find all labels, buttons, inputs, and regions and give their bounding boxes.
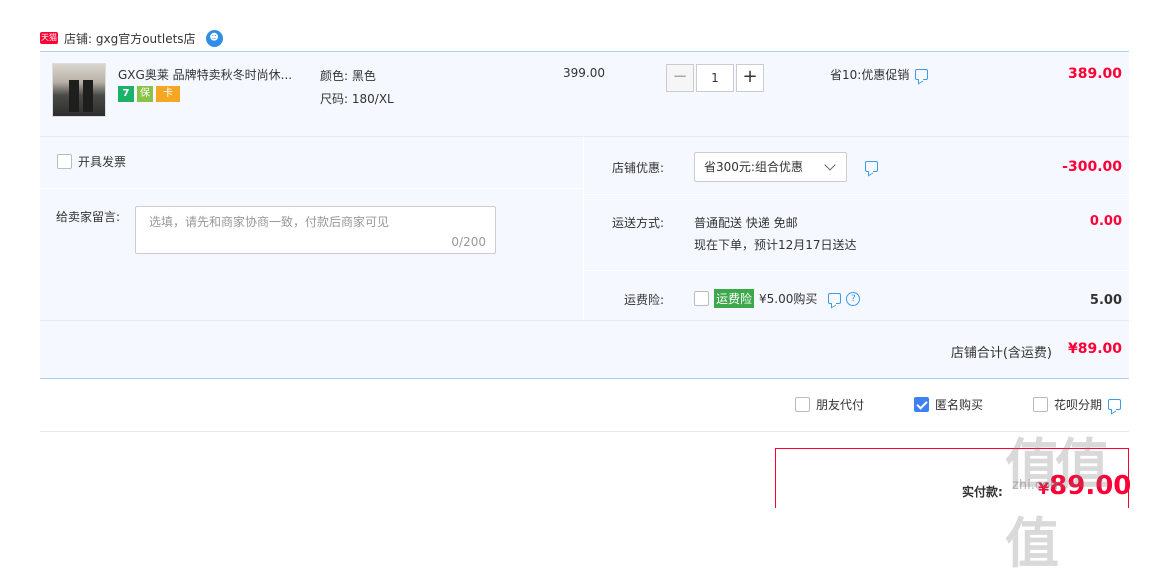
anonymous-label: 匿名购买 xyxy=(935,398,984,412)
shipping-eta: 现在下单，预计12月17日送达 xyxy=(694,238,857,252)
pay-option-huabei[interactable]: 花呗分期 xyxy=(1033,396,1122,413)
huabei-checkbox[interactable] xyxy=(1033,397,1048,412)
sku-color: 颜色: 黑色 xyxy=(320,67,376,84)
divider xyxy=(584,270,1129,271)
divider xyxy=(40,431,1129,432)
chevron-down-icon xyxy=(824,159,836,171)
invoice-label: 开具发票 xyxy=(78,155,127,169)
friend-pay-label: 朋友代付 xyxy=(816,398,865,412)
insurance-comment-icon[interactable] xyxy=(828,293,842,304)
friend-pay-checkbox[interactable] xyxy=(795,397,810,412)
sku-color-label: 颜色: xyxy=(320,69,349,83)
sku-size-label: 尺码: xyxy=(320,92,349,106)
item-subtotal: 389.00 xyxy=(1067,66,1122,82)
shop-total-label: 店铺合计(含运费) xyxy=(950,346,1052,361)
shipping-label: 运送方式: xyxy=(612,216,665,230)
options-right: 店铺优惠: 省300元:组合优惠 -300.00 运送方式: 普通配送 快递 免… xyxy=(584,137,1129,321)
item-promotion: 省10:优惠促销 xyxy=(830,66,929,83)
pay-option-friend[interactable]: 朋友代付 xyxy=(795,396,864,413)
shop-label: 店铺: gxg官方outlets店 xyxy=(64,30,196,47)
huabei-comment-icon[interactable] xyxy=(1108,399,1122,410)
insurance-price: ¥5.00购买 xyxy=(759,292,818,306)
message-char-count: 0/200 xyxy=(451,235,486,249)
options-left: 开具发票 给卖家留言: 选填，请先和商家协商一致，付款后商家可见 0/200 xyxy=(40,137,584,321)
divider xyxy=(40,188,583,189)
sku-size-value: 180/XL xyxy=(351,92,394,106)
help-icon[interactable]: ? xyxy=(846,291,861,306)
anonymous-checkbox[interactable] xyxy=(914,397,929,412)
insurance-checkbox[interactable] xyxy=(694,291,709,306)
thumb-leg-left xyxy=(69,80,79,112)
discount-comment-icon[interactable] xyxy=(865,161,878,172)
quality-guarantee-icon[interactable]: 保 xyxy=(137,86,153,102)
shipping-amount: 0.00 xyxy=(1089,214,1122,229)
quantity-input[interactable]: 1 xyxy=(696,64,734,92)
promotion-text: 省10:优惠促销 xyxy=(830,68,910,82)
discount-amount: -300.00 xyxy=(1062,159,1122,175)
comment-icon[interactable] xyxy=(915,69,929,80)
watermark-url: zhi.com xyxy=(1012,478,1063,493)
credit-card-icon[interactable]: 卡 xyxy=(156,86,180,102)
sku-size: 尺码: 180/XL xyxy=(320,90,394,107)
discount-selected: 省300元:组合优惠 xyxy=(704,160,803,174)
message-label: 给卖家留言: xyxy=(56,210,121,224)
sku-color-value: 黑色 xyxy=(351,69,376,83)
huabei-label: 花呗分期 xyxy=(1054,398,1103,412)
payment-label: 实付款: xyxy=(962,485,1003,499)
product-title[interactable]: GXG奥莱 品牌特卖秋冬时尚休... xyxy=(118,66,314,83)
product-thumbnail[interactable] xyxy=(52,63,106,117)
quantity-increase-button[interactable]: + xyxy=(736,64,764,92)
service-badges: 7 保 卡 xyxy=(118,86,180,102)
message-placeholder: 选填，请先和商家协商一致，付款后商家可见 xyxy=(149,215,390,229)
shop-name-link[interactable]: gxg官方outlets店 xyxy=(96,32,196,46)
watermark-logo: 值值值 xyxy=(1005,432,1109,575)
cart-item-row: GXG奥莱 品牌特卖秋冬时尚休... 7 保 卡 颜色: 黑色 尺码: 180/… xyxy=(40,51,1129,137)
shop-total-row: 店铺合计(含运费) ¥89.00 xyxy=(40,320,1129,379)
insurance-label: 运费险: xyxy=(624,293,665,307)
insurance-amount: 5.00 xyxy=(1089,293,1122,308)
tmall-icon: 天猫 xyxy=(40,32,58,44)
discount-label: 店铺优惠: xyxy=(612,161,665,175)
seven-day-return-icon[interactable]: 7 xyxy=(118,86,134,102)
quantity-stepper: − 1 + xyxy=(666,64,764,92)
insurance-option: 运费险 ¥5.00购买 ? xyxy=(694,289,861,308)
seller-message-input[interactable]: 选填，请先和商家协商一致，付款后商家可见 0/200 xyxy=(135,206,496,254)
unit-price: 399.00 xyxy=(563,66,605,80)
thumb-leg-right xyxy=(83,80,93,112)
pay-option-anonymous[interactable]: 匿名购买 xyxy=(914,396,983,413)
discount-select[interactable]: 省300元:组合优惠 xyxy=(694,152,847,182)
quantity-decrease-button[interactable]: − xyxy=(666,64,694,92)
wangwang-chat-icon[interactable]: ☻ xyxy=(205,29,223,47)
order-options: 开具发票 给卖家留言: 选填，请先和商家协商一致，付款后商家可见 0/200 店… xyxy=(40,136,1129,321)
shipping-method: 普通配送 快递 免邮 xyxy=(694,216,798,230)
shop-prefix: 店铺: xyxy=(64,31,93,46)
divider xyxy=(584,194,1129,195)
invoice-checkbox[interactable] xyxy=(57,154,72,169)
invoice-option[interactable]: 开具发票 xyxy=(57,153,126,170)
insurance-tag: 运费险 xyxy=(714,289,755,308)
shop-header: 天猫 店铺: gxg官方outlets店 ☻ xyxy=(40,28,223,48)
shop-total-amount: ¥89.00 xyxy=(1067,341,1122,357)
